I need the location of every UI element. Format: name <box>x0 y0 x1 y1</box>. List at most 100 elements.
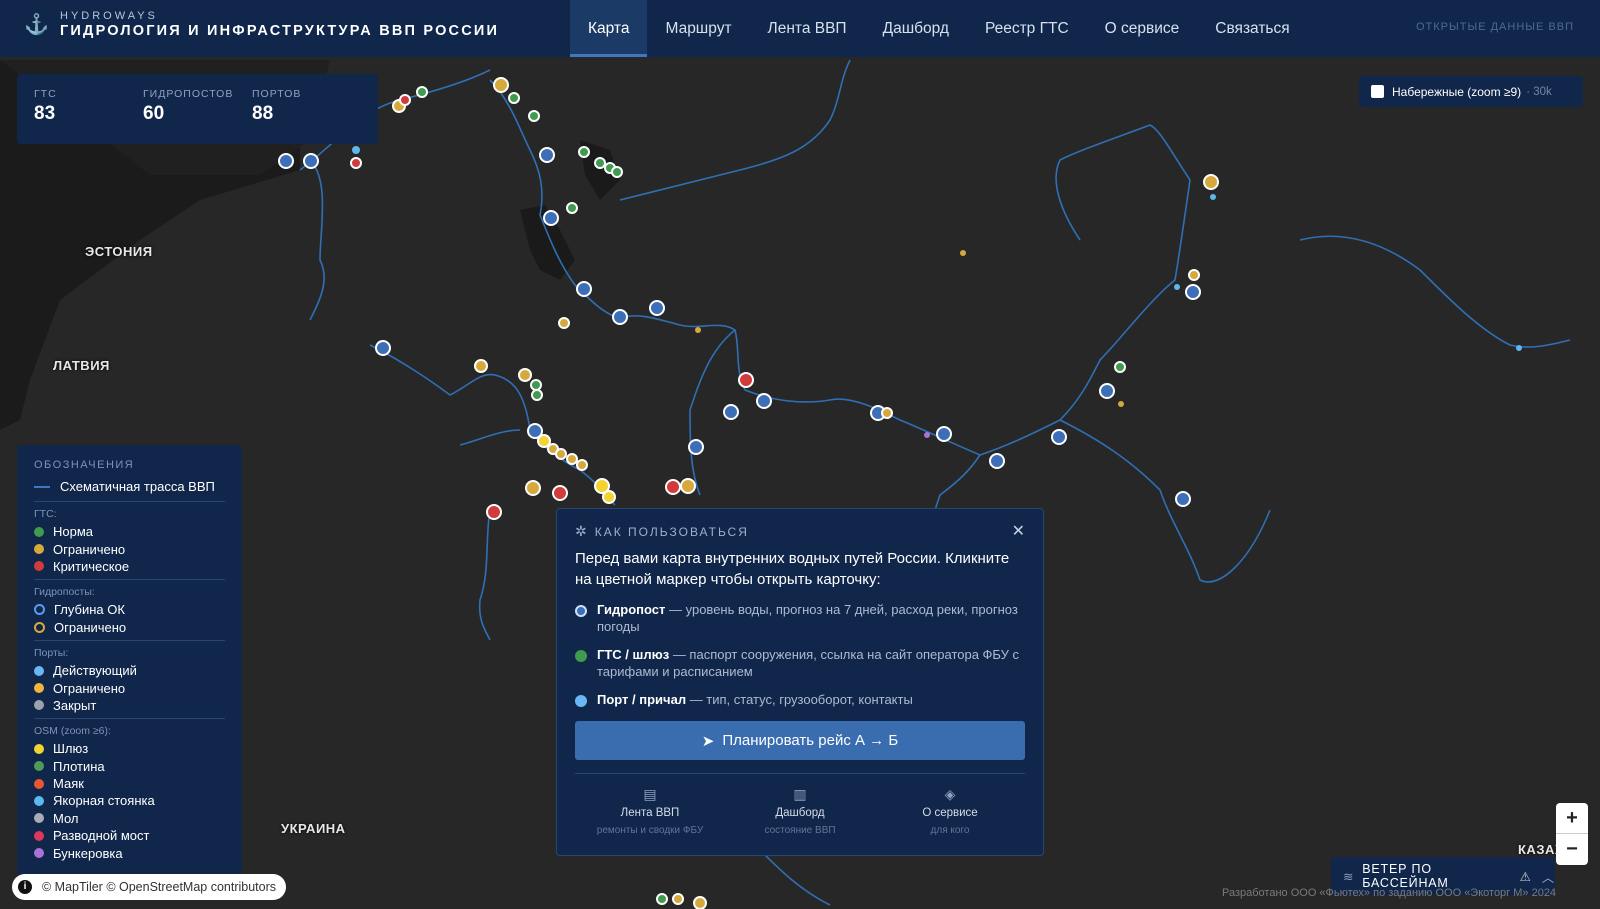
port-marker <box>1174 284 1180 290</box>
legend-item: Глубина ОК <box>34 601 225 618</box>
legend-group-label: ГТС: <box>34 508 57 520</box>
help-marker-icon <box>575 695 587 707</box>
legend-item-label: Ограничено <box>53 541 126 557</box>
nav-route[interactable]: Маршрут <box>647 0 749 57</box>
legend-route: Схематичная трасса ВВП <box>34 479 225 494</box>
help-divider <box>575 773 1025 774</box>
legend-item: Плотина <box>34 758 225 775</box>
legend-item-label: Якорная стоянка <box>53 793 155 809</box>
zoom-out-button[interactable]: − <box>1556 834 1588 865</box>
legend-item-label: Действующий <box>53 663 137 679</box>
help-link-title: Лента ВВП <box>620 807 680 819</box>
gts-marker <box>416 86 428 98</box>
hydropost-marker <box>1175 491 1191 507</box>
legend-item-label: Бункеровка <box>53 845 123 861</box>
gts-marker <box>594 157 606 169</box>
help-link-dashboard[interactable]: ▥ Дашборд состояние ВВП <box>725 786 875 836</box>
legend-item-label: Разводной мост <box>53 828 150 844</box>
help-link-feed[interactable]: ▤ Лента ВВП ремонты и сводки ФБУ <box>575 786 725 836</box>
hydropost-marker <box>1051 429 1067 445</box>
stat-ports: ПОРТОВ 88 <box>252 88 361 130</box>
gts-marker <box>525 480 541 496</box>
legend-route-label: Схематичная трасса ВВП <box>60 479 215 494</box>
stat-gts: ГТС 83 <box>34 88 143 130</box>
help-link-about[interactable]: ◈ О сервисе для кого <box>875 786 1025 836</box>
legend-item: Маяк <box>34 775 225 792</box>
drops-icon: ◈ <box>944 786 956 802</box>
nav-about[interactable]: О сервисе <box>1087 0 1198 57</box>
legend-group: OSM (zoom ≥6): Шлюз Плотина Маяк Якорная сто… <box>34 718 225 862</box>
open-data-link[interactable]: ОТКРЫТЫЕ ДАННЫЕ ВВП <box>1416 21 1574 33</box>
nav-map[interactable]: Карта <box>570 0 648 57</box>
hydropost-marker <box>649 300 665 316</box>
gts-marker <box>602 490 616 504</box>
country-label-latvia: ЛАТВИЯ <box>53 358 110 373</box>
help-marker-icon <box>575 605 587 617</box>
help-intro: Перед вами карта внутренних водных путей… <box>575 550 1010 588</box>
help-marker-icon <box>575 650 587 662</box>
hydropost-marker <box>723 404 739 420</box>
help-link-title: Дашборд <box>775 807 825 819</box>
port-marker <box>1516 345 1522 351</box>
gts-marker <box>576 459 588 471</box>
osm-marker <box>924 432 930 438</box>
help-item: Гидропост — уровень воды, прогноз на 7 д… <box>575 601 1025 635</box>
legend-item-label: Ограничено <box>53 680 126 696</box>
hydropost-marker <box>1203 174 1219 190</box>
help-item-text: — тип, статус, грузооборот, контакты <box>686 692 913 707</box>
embankments-label: Набережные (zoom ≥9) <box>1392 84 1522 99</box>
legend-dot-icon <box>34 830 44 841</box>
gts-marker <box>531 389 543 401</box>
nav-contact[interactable]: Связаться <box>1197 0 1307 57</box>
legend-dot-icon <box>34 604 45 616</box>
hydropost-marker <box>688 439 704 455</box>
brand-name: HYDROWAYS <box>60 10 158 22</box>
gts-marker <box>508 92 520 104</box>
warning-icon: ⚠ <box>1519 869 1532 884</box>
gts-marker <box>486 504 502 520</box>
stat-label: ПОРТОВ <box>252 88 302 100</box>
developer-credit: Разработано ООО «Фьютех» по заданию ООО … <box>1222 887 1557 899</box>
help-popup: ✲ КАК ПОЛЬЗОВАТЬСЯ ✕ Перед вами карта вн… <box>556 508 1044 856</box>
legend-dot-icon <box>34 621 45 633</box>
legend-group: Гидропосты: Глубина ОК Ограничено <box>34 579 225 636</box>
gts-marker <box>1114 361 1126 373</box>
help-item: Порт / причал — тип, статус, грузооборот… <box>575 691 1025 708</box>
attribution-text[interactable]: © MapTiler © OpenStreetMap contributors <box>42 880 276 894</box>
legend-item: Ограничено <box>34 540 225 557</box>
nav-dashboard[interactable]: Дашборд <box>865 0 967 57</box>
hydropost-marker <box>278 153 294 169</box>
stat-label: ГТС <box>34 88 57 100</box>
hydropost-marker <box>756 393 772 409</box>
brand[interactable]: ⚓ HYDROWAYS ГИДРОЛОГИЯ И ИНФРАСТРУКТУРА … <box>24 10 499 39</box>
gts-marker <box>555 448 567 460</box>
plan-trip-button[interactable]: ➤ Планировать рейс А → Б <box>575 721 1025 760</box>
nav-feed[interactable]: Лента ВВП <box>750 0 865 57</box>
help-links: ▤ Лента ВВП ремонты и сводки ФБУ ▥ Дашбо… <box>575 786 1025 836</box>
close-icon[interactable]: ✕ <box>1012 521 1025 541</box>
gts-marker <box>552 485 568 501</box>
legend-item-label: Закрыт <box>53 697 97 713</box>
info-icon[interactable]: i <box>18 880 32 894</box>
plan-trip-label: Планировать рейс А → Б <box>722 732 899 749</box>
legend-group-label: OSM (zoom ≥6): <box>34 725 111 738</box>
embankments-checkbox[interactable] <box>1371 85 1384 98</box>
gts-marker <box>665 479 681 495</box>
hydropost-marker <box>375 340 391 356</box>
legend-item: Норма <box>34 523 225 540</box>
embankments-toggle[interactable]: Набережные (zoom ≥9) · 30k <box>1359 76 1583 107</box>
legend-item: Мол <box>34 810 225 827</box>
gts-marker <box>537 434 551 448</box>
legend-item: Бункеровка <box>34 844 225 861</box>
legend-item: Разводной мост <box>34 827 225 844</box>
legend-dot-icon <box>34 544 44 555</box>
hydropost-marker <box>576 281 592 297</box>
nav-registry[interactable]: Реестр ГТС <box>967 0 1087 57</box>
gts-marker <box>1188 269 1200 281</box>
route-line-icon <box>34 485 50 488</box>
gts-marker <box>881 407 893 419</box>
hydropost-marker <box>1185 284 1201 300</box>
help-link-subtitle: состояние ВВП <box>764 825 836 836</box>
zoom-in-button[interactable]: + <box>1556 803 1588 834</box>
stat-value: 60 <box>143 103 165 124</box>
